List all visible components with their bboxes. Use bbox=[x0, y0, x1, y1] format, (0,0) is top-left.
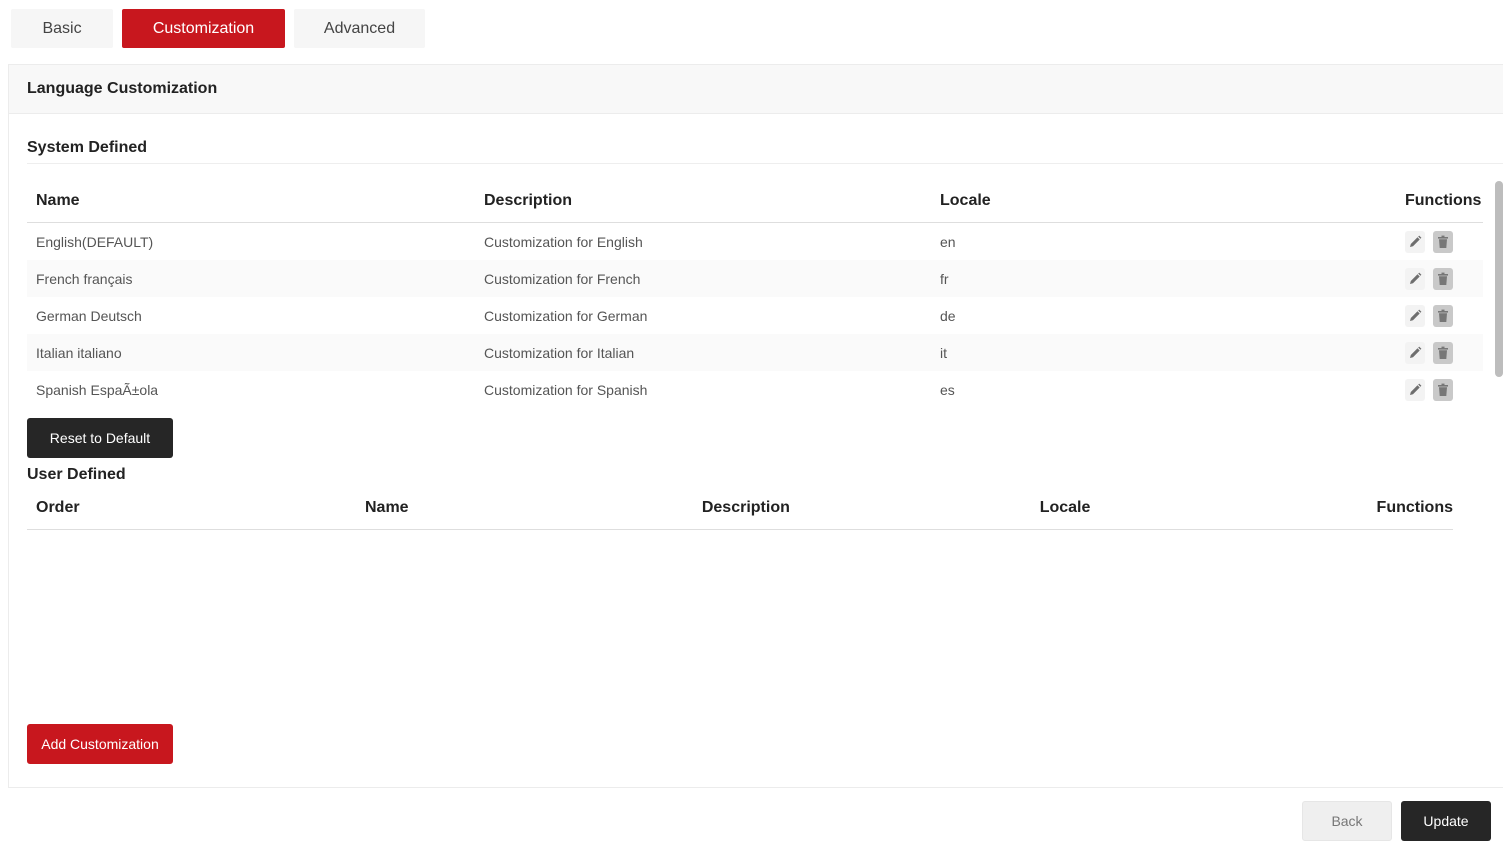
back-button[interactable]: Back bbox=[1302, 801, 1392, 841]
cell-locale: es bbox=[940, 381, 955, 398]
cell-name: Spanish EspaÃ±ola bbox=[36, 381, 159, 398]
pencil-icon[interactable] bbox=[1405, 230, 1425, 253]
cell-locale: de bbox=[940, 307, 956, 324]
column-header-locale: Locale bbox=[940, 191, 991, 209]
cell-description: Customization for Spanish bbox=[484, 381, 648, 398]
system-defined-table: Name Description Locale Functions Englis… bbox=[27, 179, 1483, 408]
pencil-icon[interactable] bbox=[1405, 341, 1425, 364]
table-row: French français Customization for French… bbox=[27, 260, 1483, 297]
pencil-icon[interactable] bbox=[1405, 267, 1425, 290]
table-row: Italian italiano Customization for Itali… bbox=[27, 334, 1483, 371]
row-functions bbox=[1397, 304, 1483, 327]
tab-customization[interactable]: Customization bbox=[122, 9, 285, 48]
update-button[interactable]: Update bbox=[1401, 801, 1491, 841]
trash-icon[interactable] bbox=[1433, 378, 1453, 401]
user-defined-title: User Defined bbox=[27, 466, 126, 483]
table-row: Spanish EspaÃ±ola Customization for Span… bbox=[27, 371, 1483, 408]
tab-advanced[interactable]: Advanced bbox=[294, 9, 425, 48]
cell-locale: fr bbox=[940, 270, 949, 287]
cell-name: German Deutsch bbox=[36, 307, 142, 324]
table-row: English(DEFAULT) Customization for Engli… bbox=[27, 223, 1483, 260]
system-defined-title: System Defined bbox=[27, 139, 148, 156]
trash-icon[interactable] bbox=[1433, 341, 1453, 364]
column-header-functions: Functions bbox=[1376, 499, 1453, 516]
table-header: Name Description Locale Functions bbox=[27, 179, 1483, 223]
add-customization-button[interactable]: Add Customization bbox=[27, 724, 173, 764]
row-functions bbox=[1397, 230, 1483, 253]
row-functions bbox=[1397, 267, 1483, 290]
column-header-description: Description bbox=[484, 191, 573, 209]
panel-title: Language Customization bbox=[27, 80, 218, 97]
cell-locale: en bbox=[940, 233, 956, 250]
cell-description: Customization for French bbox=[484, 270, 641, 287]
cell-name: Italian italiano bbox=[36, 344, 122, 361]
cell-description: Customization for English bbox=[484, 233, 643, 250]
column-header-functions: Functions bbox=[1405, 191, 1482, 209]
column-header-name: Name bbox=[364, 499, 409, 516]
section-divider bbox=[27, 163, 1503, 164]
language-customization-panel: Language Customization System Defined Na… bbox=[8, 64, 1503, 788]
row-functions bbox=[1397, 341, 1483, 364]
trash-icon[interactable] bbox=[1433, 267, 1453, 290]
row-functions bbox=[1397, 378, 1483, 401]
cell-locale: it bbox=[940, 344, 947, 361]
user-defined-table-header: Order Name Description Locale Functions bbox=[27, 487, 1453, 530]
trash-icon[interactable] bbox=[1433, 230, 1453, 253]
pencil-icon[interactable] bbox=[1405, 378, 1425, 401]
scrollbar[interactable] bbox=[1495, 181, 1503, 377]
panel-header: Language Customization bbox=[9, 65, 1503, 114]
cell-name: English(DEFAULT) bbox=[36, 233, 154, 250]
pencil-icon[interactable] bbox=[1405, 304, 1425, 327]
tab-bar: Basic Customization Advanced bbox=[11, 9, 425, 48]
tab-basic[interactable]: Basic bbox=[11, 9, 113, 48]
reset-to-default-button[interactable]: Reset to Default bbox=[27, 418, 173, 458]
column-header-description: Description bbox=[701, 499, 790, 516]
cell-description: Customization for Italian bbox=[484, 344, 635, 361]
cell-name: French français bbox=[36, 270, 133, 287]
column-header-locale: Locale bbox=[1039, 499, 1091, 516]
column-header-order: Order bbox=[36, 499, 80, 516]
table-row: German Deutsch Customization for German … bbox=[27, 297, 1483, 334]
trash-icon[interactable] bbox=[1433, 304, 1453, 327]
column-header-name: Name bbox=[36, 191, 80, 209]
cell-description: Customization for German bbox=[484, 307, 648, 324]
